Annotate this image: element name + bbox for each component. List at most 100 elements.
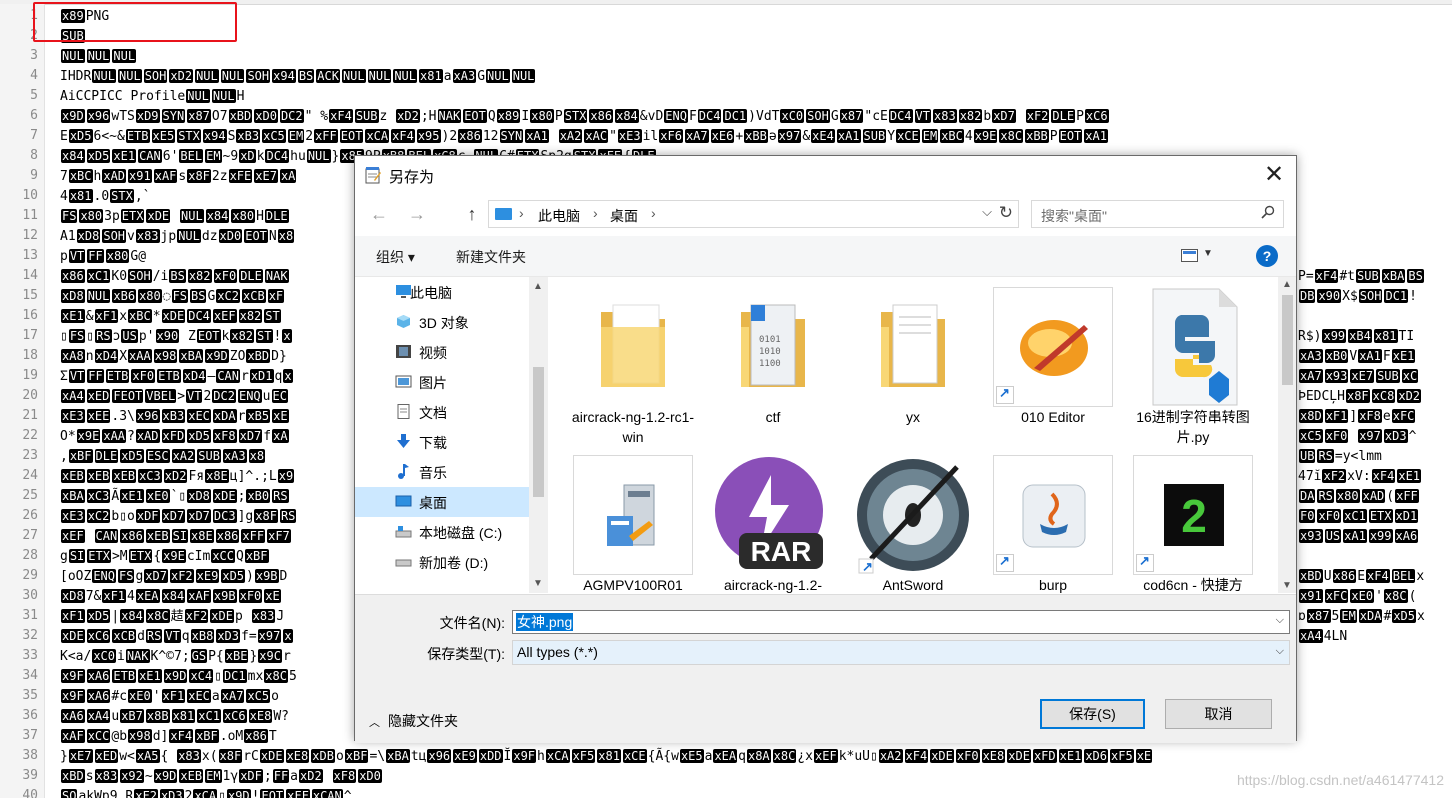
control-char-token: NUL xyxy=(92,69,116,83)
chevron-down-icon[interactable]: ⌵ xyxy=(1276,645,1284,658)
drive-c-icon xyxy=(395,526,412,538)
control-char-token: SOH xyxy=(143,69,168,83)
control-char-token: xB8 xyxy=(190,629,215,643)
view-options-icon[interactable] xyxy=(1181,249,1198,262)
nav-item-documents[interactable]: 文档 xyxy=(355,397,529,427)
file-item[interactable]: AGMPV100R01 xyxy=(573,445,693,593)
file-item[interactable]: 16进制字符串转图片.py xyxy=(1133,277,1253,445)
search-icon xyxy=(1261,205,1275,219)
back-button[interactable]: ← xyxy=(367,202,391,226)
control-char-token: DC4 xyxy=(187,309,211,323)
editor-line[interactable]: 7 ExD5 6<~& ETB xE5 STX x94 SxB3 xC5 EM 2 xFF EOT xCA… xyxy=(0,126,1452,146)
thumbnail-frame xyxy=(993,287,1113,407)
file-item[interactable]: RAR aircrack-ng-1.2- xyxy=(713,445,833,593)
nav-item-drive-c[interactable]: 本地磁盘 (C:) xyxy=(355,517,529,547)
forward-button[interactable]: → xyxy=(405,202,429,226)
file-item[interactable]: ↗ AntSword xyxy=(853,445,973,593)
close-button[interactable]: ✕ xyxy=(1252,156,1296,194)
editor-line[interactable]: 6 x9D x96 wTS xD9 SYN x87 O7 xBD xD0 DC2 " % xF4 SUB z… xyxy=(0,106,1452,126)
nav-item-3d-objects[interactable]: 3D 对象 xyxy=(355,307,529,337)
nav-item-videos[interactable]: 视频 xyxy=(355,337,529,367)
control-char-token: x9E xyxy=(973,129,998,143)
control-char-token: xEB xyxy=(86,469,111,483)
editor-line[interactable]: 5 AiCCPICC Profile NUL NUL H xyxy=(0,86,1452,106)
nav-item-downloads[interactable]: 下载 xyxy=(355,427,529,457)
editor-line[interactable]: 38} xE7 xED w< xA5{ x83 x(x8F rC xDE xE8 xDB o xBF =… xyxy=(0,746,1452,766)
hide-folders-toggle[interactable]: ︿ 隐藏文件夹 xyxy=(369,711,458,731)
file-item[interactable]: 0101 1010 1100 ctf xyxy=(713,277,833,427)
control-char-token: xBF xyxy=(244,549,269,563)
file-item[interactable]: 010 Editor xyxy=(993,277,1113,427)
nav-item-pictures[interactable]: 图片 xyxy=(355,367,529,397)
scroll-down-icon[interactable]: ▼ xyxy=(533,578,543,589)
file-name: aircrack-ng-1.2-rc1-win xyxy=(571,409,695,445)
thumbnail-frame: 2 xyxy=(1133,455,1253,575)
new-folder-button[interactable]: 新建文件夹 xyxy=(456,247,526,267)
editor-line[interactable]: 40 SO akWp9 RxF2 xD3 2 xCA ▯ x9D! EOT xFF xCAN ^ xyxy=(0,786,1452,798)
control-char-token: xF xyxy=(267,289,285,303)
scroll-thumb[interactable] xyxy=(1282,295,1293,385)
file-list-pane: aircrack-ng-1.2-rc1-win 0101 1010 1100 c… xyxy=(551,277,1278,593)
control-char-token: x83 xyxy=(177,749,201,763)
control-char-token: x9F xyxy=(61,689,85,703)
control-char-token: x8F xyxy=(218,749,243,763)
filetype-select[interactable]: All types (*.*) ⌵ xyxy=(512,640,1290,665)
nav-item-label: 此电脑 xyxy=(410,285,452,301)
png-header-highlight-box xyxy=(33,2,237,42)
control-char-token: x98 xyxy=(153,349,178,363)
control-char-token: xC2 xyxy=(86,509,111,523)
control-char-token: xA1 xyxy=(1343,529,1367,543)
control-char-token: xC0 xyxy=(92,649,116,663)
editor-line[interactable]: 39 xBD s x83 x92 ~ x9D xEB EM 1γ xDF; FF a xD2 xF8 xD0 xyxy=(0,766,1452,786)
nav-item-music[interactable]: 音乐 xyxy=(355,457,529,487)
line-number: 12 xyxy=(22,228,38,243)
view-dropdown-icon[interactable]: ▼ xyxy=(1203,248,1213,259)
control-char-token: x9C xyxy=(258,649,282,663)
control-char-token: xEA xyxy=(135,589,160,603)
control-char-token: xEF xyxy=(814,749,838,763)
file-item[interactable]: aircrack-ng-1.2-rc1-win xyxy=(572,277,694,445)
file-name: aircrack-ng-1.2- xyxy=(723,577,823,593)
file-item[interactable]: 2 cod6cn - 快捷方 xyxy=(1133,445,1253,593)
control-char-token: SOH xyxy=(806,109,830,123)
control-char-token: xAF xyxy=(187,589,211,603)
scroll-thumb[interactable] xyxy=(533,367,544,497)
file-list-scrollbar[interactable]: ▲ ▼ xyxy=(1278,277,1296,593)
hide-folders-label: 隐藏文件夹 xyxy=(388,713,458,729)
control-char-token: x82 xyxy=(187,269,212,283)
chevron-down-icon[interactable]: ⌵ xyxy=(982,204,992,220)
control-char-token: NUL xyxy=(306,149,331,163)
control-char-token: xF4 xyxy=(1371,469,1396,483)
filename-value[interactable]: 女神.png xyxy=(516,613,574,631)
address-bar[interactable]: › 此电脑 › 桌面 › ⌵ ↻ xyxy=(488,200,1019,228)
file-item[interactable]: yx xyxy=(853,277,973,427)
scroll-up-icon[interactable]: ▲ xyxy=(1282,279,1292,290)
organize-menu[interactable]: 组织 ▾ xyxy=(376,247,415,267)
nav-item-desktop[interactable]: 桌面 xyxy=(355,487,529,517)
editor-line[interactable]: 4 IHDR NUL NUL SOH xD2 NUL NUL SOH x94 BS ACK NUL NUL… xyxy=(0,66,1452,86)
scroll-up-icon[interactable]: ▲ xyxy=(533,281,543,292)
control-char-token: xC5 xyxy=(262,129,286,143)
control-char-token: xE xyxy=(1135,749,1153,763)
nav-item-drive-d[interactable]: 新加卷 (D:) xyxy=(355,547,529,577)
chevron-down-icon[interactable]: ⌵ xyxy=(1276,614,1284,627)
cancel-button[interactable]: 取消 xyxy=(1165,699,1272,729)
line-number: 32 xyxy=(22,628,38,643)
navigation-scrollbar[interactable]: ▲ ▼ xyxy=(529,277,548,593)
control-char-token: SOH xyxy=(102,229,127,243)
filename-input[interactable]: 女神.png ⌵ xyxy=(512,610,1290,634)
help-icon[interactable]: ? xyxy=(1256,245,1278,267)
breadcrumb-desktop[interactable]: 桌面 xyxy=(610,206,638,226)
control-char-token: xDB xyxy=(311,749,335,763)
scroll-down-icon[interactable]: ▼ xyxy=(1282,580,1292,591)
up-button[interactable]: ↑ xyxy=(460,202,484,226)
search-input[interactable]: 搜索"桌面" xyxy=(1031,200,1284,228)
refresh-icon[interactable]: ↻ xyxy=(999,203,1013,223)
control-char-token: xD5 xyxy=(86,149,111,163)
breadcrumb-this-pc[interactable]: 此电脑 xyxy=(538,206,580,226)
nav-item-this-pc[interactable]: 此电脑 xyxy=(355,277,529,307)
line-number: 33 xyxy=(22,648,38,663)
save-button[interactable]: 保存(S) xyxy=(1040,699,1145,729)
editor-line[interactable]: 3 NUL NUL NUL xyxy=(0,46,1452,66)
file-item[interactable]: burp xyxy=(993,445,1113,593)
